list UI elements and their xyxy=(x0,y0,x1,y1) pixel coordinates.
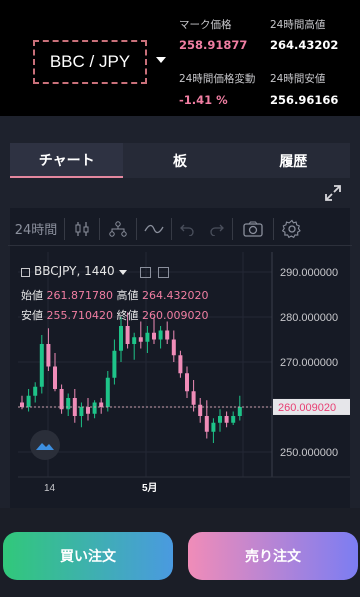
x-axis-label: 5月 xyxy=(142,482,158,494)
change-24h-value: -1.41 % xyxy=(179,93,228,107)
candle-body xyxy=(119,326,123,351)
price-chart[interactable]: 290.000000 280.000000 270.000000 250.000000… xyxy=(18,252,350,502)
candle-body xyxy=(99,402,104,407)
buy-order-button[interactable]: 買い注文 xyxy=(3,532,173,580)
market-header: BBC / JPY マーク価格 258.91877 24時間高値 264.432… xyxy=(0,0,360,116)
y-axis-label: 270.000000 xyxy=(280,357,338,369)
candle-body xyxy=(26,395,31,407)
candle-body xyxy=(191,391,196,405)
tab-orderbook[interactable]: 板 xyxy=(123,143,236,178)
candle-body xyxy=(92,402,97,414)
last-price-label: 260.009020 xyxy=(278,402,336,414)
low-label: 安値 xyxy=(21,309,43,322)
candle-body xyxy=(198,404,203,416)
candle-body xyxy=(211,422,216,432)
indicators-icon[interactable] xyxy=(100,215,136,243)
mark-price-value: 258.91877 xyxy=(179,38,248,52)
pair-selector[interactable]: BBC / JPY xyxy=(33,40,147,84)
eye-toggle-icon[interactable] xyxy=(140,266,152,278)
candle-body xyxy=(178,355,183,374)
high-value: 264.432020 xyxy=(141,289,209,302)
sell-order-button[interactable]: 売り注文 xyxy=(188,532,358,580)
chart-legend-symbol-row: BBCJPY, 1440 xyxy=(21,264,169,278)
camera-icon[interactable] xyxy=(233,215,273,243)
candle-body xyxy=(53,366,57,389)
candle-body xyxy=(231,416,236,423)
candle-body xyxy=(138,337,143,342)
high-24h-value: 264.43202 xyxy=(270,38,339,52)
open-label: 始値 xyxy=(21,289,43,302)
candle-body xyxy=(105,377,110,407)
candle-body xyxy=(145,332,150,342)
view-tabs: チャート 板 履歴 xyxy=(10,143,350,178)
candle-body xyxy=(171,339,176,356)
ohlc-row-2: 安値 255.710420 終値 260.009020 xyxy=(21,307,208,323)
chart-toolbar: 24時間 xyxy=(8,212,352,246)
last-price-tag: 260.009020 xyxy=(273,398,350,415)
candle-body xyxy=(224,416,229,423)
redo-icon[interactable] xyxy=(202,215,232,243)
candle-body xyxy=(33,386,38,396)
low-24h-value: 256.96166 xyxy=(270,93,339,107)
y-axis-label: 290.000000 xyxy=(280,267,338,279)
open-value: 261.871780 xyxy=(46,289,113,302)
x-axis-label: 14 xyxy=(44,483,56,494)
tab-history[interactable]: 履歴 xyxy=(237,143,350,178)
pair-label: BBC / JPY xyxy=(49,52,131,71)
candle-body xyxy=(66,398,71,410)
candle-body xyxy=(204,416,209,432)
low-value: 255.710420 xyxy=(46,309,113,322)
candle-body xyxy=(158,330,163,340)
candle-body xyxy=(20,402,24,407)
candlestick-icon[interactable] xyxy=(65,215,99,243)
candle-body xyxy=(132,337,137,344)
chart-logo-icon[interactable] xyxy=(30,430,60,460)
candle-body xyxy=(46,344,51,367)
candle-body xyxy=(86,407,90,414)
chevron-down-icon[interactable] xyxy=(156,57,166,63)
y-axis-label: 280.000000 xyxy=(280,312,338,324)
collapse-icon[interactable] xyxy=(21,267,30,277)
low-24h-label: 24時間安値 xyxy=(270,73,326,85)
candle-body xyxy=(39,344,44,387)
candle-body xyxy=(112,350,117,378)
settings-gear-icon[interactable] xyxy=(274,215,310,243)
candle-body xyxy=(185,373,189,392)
candle-body xyxy=(59,389,64,410)
settings-small-icon[interactable] xyxy=(157,266,169,278)
mark-price-label: マーク価格 xyxy=(179,19,232,31)
candle-body xyxy=(152,332,156,340)
candle-body xyxy=(165,330,170,340)
candle-body xyxy=(79,407,84,416)
candle-body xyxy=(237,407,242,416)
drawing-line-icon[interactable] xyxy=(137,215,171,243)
undo-icon[interactable] xyxy=(172,215,202,243)
close-value: 260.009020 xyxy=(141,309,209,322)
chevron-down-icon[interactable] xyxy=(118,269,127,275)
expand-icon[interactable] xyxy=(324,184,342,202)
high-label: 高値 xyxy=(116,289,139,302)
tab-chart[interactable]: チャート xyxy=(10,143,124,178)
candle-body xyxy=(125,326,130,344)
y-axis-label: 250.000000 xyxy=(280,447,338,459)
ohlc-row-1: 始値 261.871780 高値 264.432020 xyxy=(21,287,208,303)
close-label: 終値 xyxy=(116,309,139,322)
interval-selector[interactable]: 24時間 xyxy=(8,215,64,243)
chart-expand-row xyxy=(10,178,350,208)
high-24h-label: 24時間高値 xyxy=(270,19,326,31)
change-24h-label: 24時間価格変動 xyxy=(179,73,256,85)
candle-body xyxy=(218,416,222,423)
chart-symbol: BBCJPY, 1440 xyxy=(34,264,115,278)
